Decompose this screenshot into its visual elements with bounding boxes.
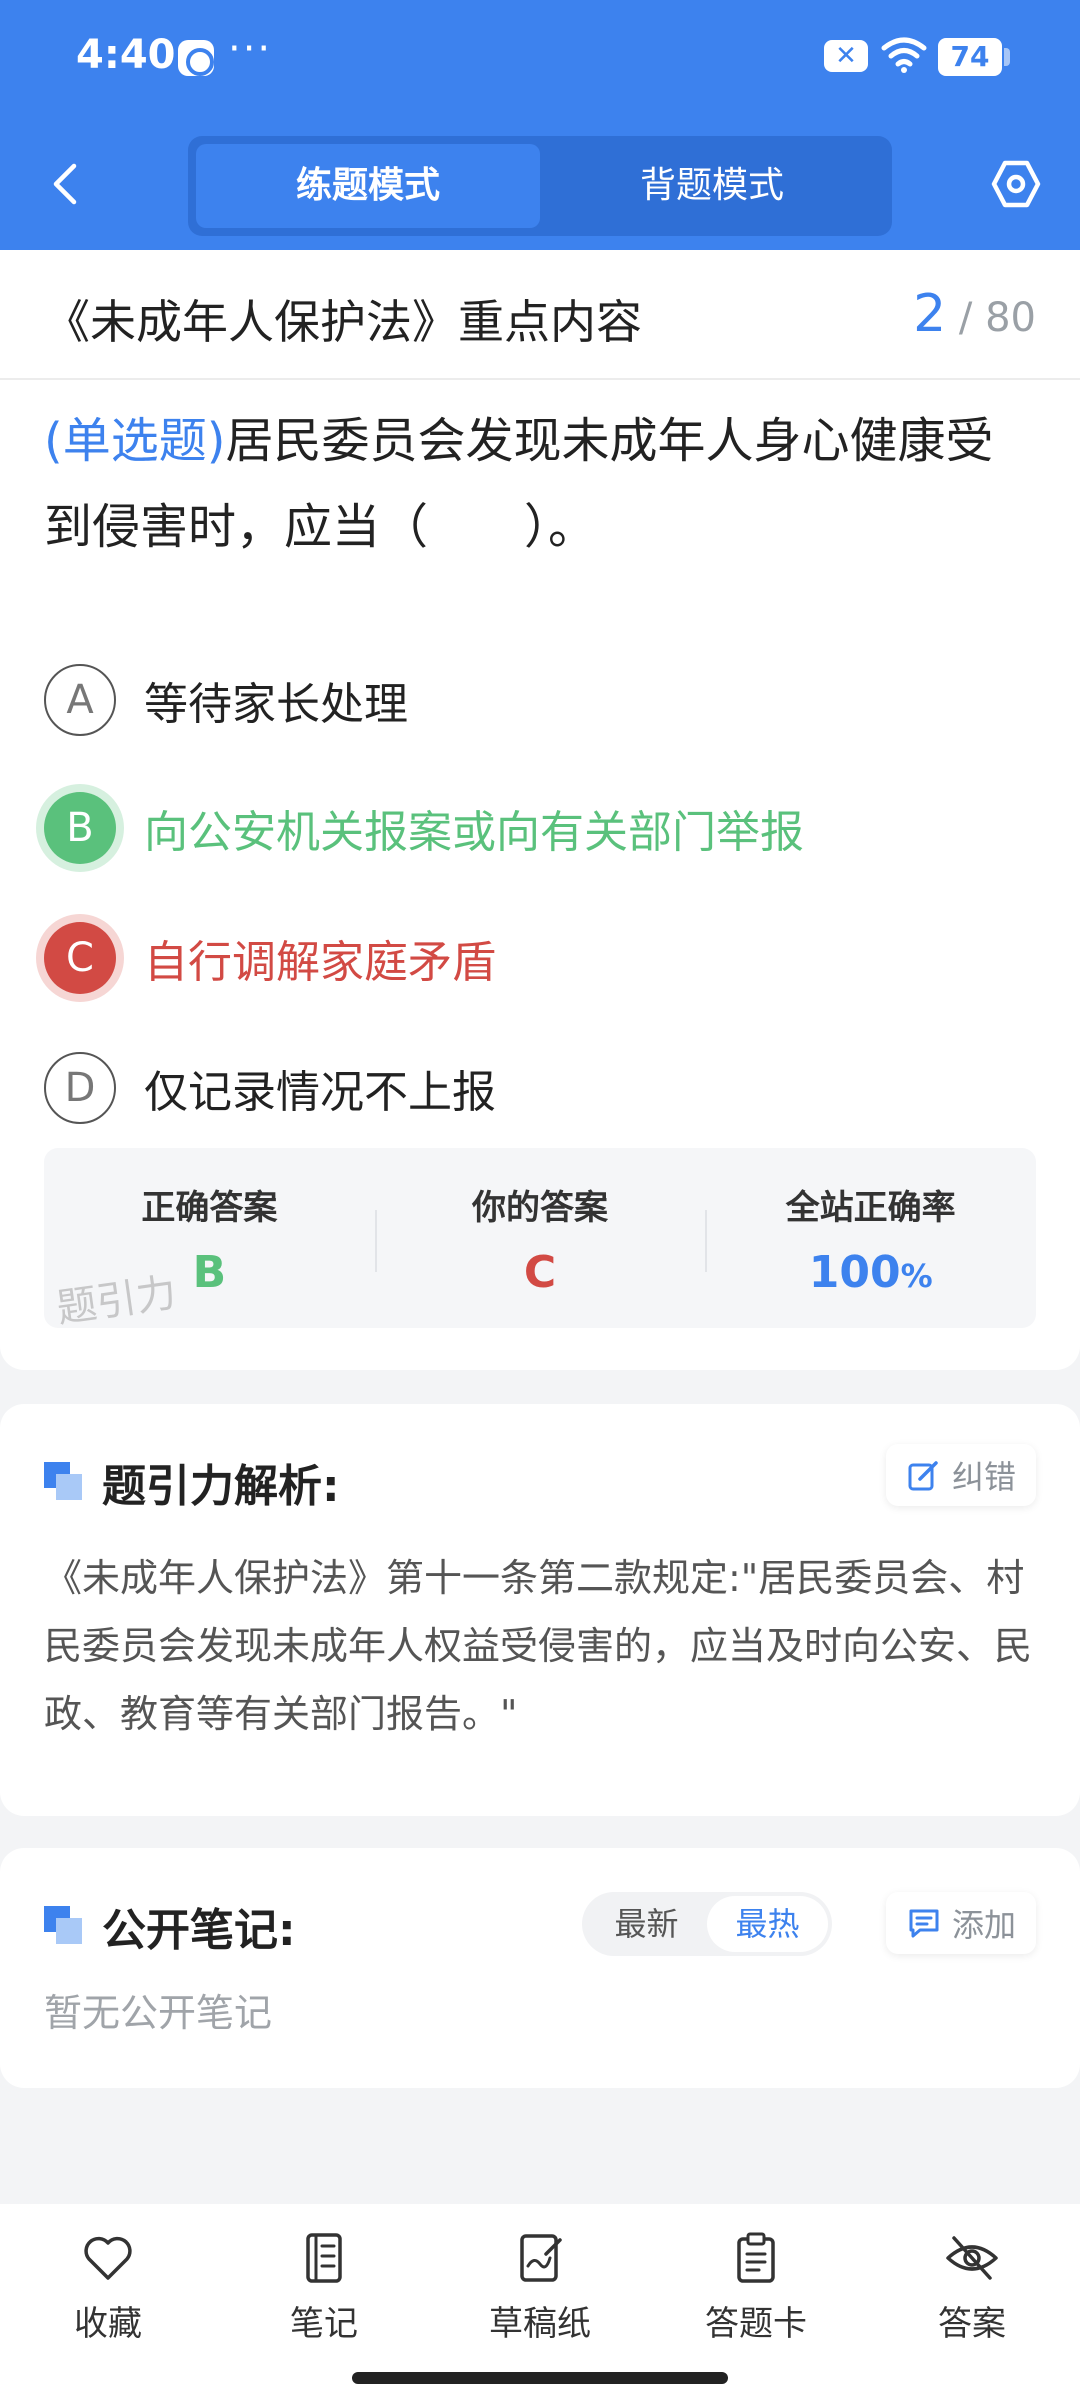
answer-summary: 正确答案 B 题引力 你的答案 C 全站正确率 100% [44, 1148, 1036, 1332]
top-bar: 4:40 ··· ✕ 74 练题模式 背题模式 [0, 0, 1080, 250]
more-notifications-icon: ··· [228, 26, 273, 72]
analysis-card: 题引力解析: 纠错 《未成年人保护法》第十一条第二款规定:"居民委员会、村民委员… [0, 1404, 1080, 1816]
option-a[interactable]: A 等待家长处理 [44, 660, 1036, 740]
clipboard-icon [737, 2232, 775, 2283]
favorite-label: 收藏 [74, 2304, 142, 2344]
analysis-text: 《未成年人保护法》第十一条第二款规定:"居民委员会、村民委员会发现未成年人权益受… [44, 1556, 1033, 1736]
sort-hottest[interactable]: 最热 [707, 1896, 828, 1952]
option-letter: D [44, 1052, 116, 1124]
total-question-count: 80 [985, 295, 1036, 341]
section-marker-icon [44, 1906, 84, 1946]
notes-label: 笔记 [290, 2304, 358, 2344]
bottom-toolbar: 收藏 笔记 草稿纸 答题卡 答案 [0, 2204, 1080, 2400]
current-question-number: 2 [913, 284, 947, 344]
option-d[interactable]: D 仅记录情况不上报 [44, 1048, 1036, 1128]
show-answer-label: 答案 [938, 2304, 1006, 2344]
empty-notes-message: 暂无公开笔记 [44, 1991, 273, 2035]
sort-latest[interactable]: 最新 [586, 1896, 707, 1952]
no-sim-icon: ✕ [824, 40, 868, 72]
question-progress: 2 / 80 [913, 284, 1036, 344]
section-marker-icon [44, 1462, 84, 1502]
option-letter: B [44, 792, 116, 864]
question-stem: (单选题)居民委员会发现未成年人身心健康受到侵害时，应当（ ）。 [44, 398, 1036, 570]
battery-indicator: 74 [938, 38, 1010, 76]
mode-switch: 练题模式 背题模式 [188, 136, 892, 236]
show-answer-button[interactable]: 答案 [864, 2204, 1080, 2400]
notes-heading: 公开笔记: [44, 1894, 296, 1958]
draft-paper-button[interactable]: 草稿纸 [432, 2204, 648, 2400]
accuracy-rate-value: 100% [705, 1247, 1036, 1298]
option-b[interactable]: B 向公安机关报案或向有关部门举报 [44, 788, 1036, 868]
tab-memorize-mode[interactable]: 背题模式 [540, 144, 884, 228]
your-answer-label: 你的答案 [472, 1188, 608, 1228]
settings-button[interactable] [990, 158, 1042, 210]
question-card: 《未成年人保护法》重点内容 2 / 80 (单选题)居民委员会发现未成年人身心健… [0, 250, 1080, 1370]
progress-separator: / [958, 295, 973, 341]
edit-icon [908, 1461, 938, 1491]
option-c[interactable]: C 自行调解家庭矛盾 [44, 918, 1036, 998]
wifi-icon [880, 34, 928, 78]
accuracy-rate-unit: % [900, 1257, 933, 1295]
public-notes-card: 公开笔记: 最新 最热 添加 暂无公开笔记 [0, 1848, 1080, 2088]
your-answer-value: C [523, 1247, 557, 1298]
favorite-button[interactable]: 收藏 [0, 2204, 216, 2400]
status-time: 4:40 [76, 32, 176, 78]
option-text: 自行调解家庭矛盾 [144, 937, 496, 988]
analysis-heading: 题引力解析: [44, 1450, 340, 1514]
add-note-label: 添加 [951, 1906, 1016, 1944]
back-button[interactable] [44, 160, 92, 208]
home-indicator[interactable] [352, 2372, 728, 2384]
comment-icon [909, 1909, 939, 1938]
chapter-title-row: 《未成年人保护法》重点内容 2 / 80 [0, 250, 1080, 380]
question-type: (单选题) [44, 413, 226, 469]
draft-icon [520, 2234, 562, 2282]
app-notification-icon [178, 40, 214, 76]
your-answer-column: 你的答案 C [374, 1148, 706, 1328]
settings-hexagon-icon [991, 160, 1041, 208]
heart-icon [84, 2236, 132, 2280]
option-text: 等待家长处理 [144, 679, 408, 730]
chapter-title: 《未成年人保护法》重点内容 [44, 295, 642, 349]
correct-answer-column: 正确答案 B 题引力 [44, 1148, 375, 1332]
correct-answer-label: 正确答案 [141, 1188, 278, 1228]
option-text: 仅记录情况不上报 [144, 1067, 496, 1118]
answer-sheet-button[interactable]: 答题卡 [648, 2204, 864, 2400]
add-note-button[interactable]: 添加 [885, 1892, 1036, 1954]
accuracy-rate-label: 全站正确率 [785, 1188, 956, 1228]
notebook-icon [306, 2233, 342, 2283]
eye-off-icon [946, 2236, 998, 2280]
option-letter: C [44, 922, 116, 994]
notes-sort-toggle: 最新 最热 [582, 1892, 832, 1956]
analysis-heading-label: 题引力解析: [102, 1461, 340, 1512]
draft-paper-label: 草稿纸 [489, 2304, 591, 2344]
accuracy-rate-column: 全站正确率 100% [705, 1148, 1036, 1328]
notes-heading-label: 公开笔记: [102, 1905, 296, 1956]
accuracy-rate-number: 100 [808, 1247, 901, 1298]
chevron-left-icon [53, 163, 77, 205]
notes-button[interactable]: 笔记 [216, 2204, 432, 2400]
tab-practice-mode[interactable]: 练题模式 [196, 144, 540, 228]
option-letter: A [44, 664, 116, 736]
answer-sheet-label: 答题卡 [705, 2304, 807, 2344]
report-error-button[interactable]: 纠错 [885, 1444, 1036, 1506]
status-bar: 4:40 ··· ✕ 74 [0, 0, 1080, 120]
option-text: 向公安机关报案或向有关部门举报 [144, 807, 804, 858]
report-error-label: 纠错 [951, 1458, 1016, 1496]
